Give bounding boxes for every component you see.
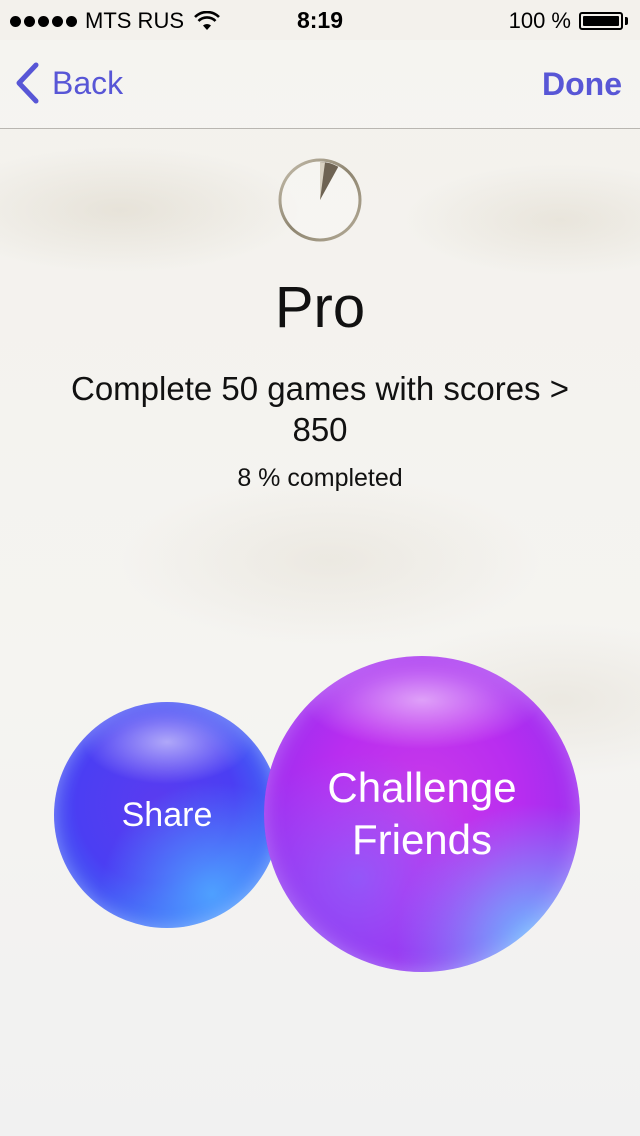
status-bar: MTS RUS 8:19 100 % (0, 0, 640, 40)
navigation-bar: Back Done (0, 40, 640, 129)
achievement-progress-text: 8 % completed (237, 464, 403, 492)
chevron-left-icon (16, 62, 39, 104)
achievement-description: Complete 50 games with scores > 850 (71, 370, 569, 448)
progress-pie-icon (278, 158, 362, 242)
battery-tip (625, 17, 628, 25)
battery-icon (579, 12, 623, 30)
done-button[interactable]: Done (542, 66, 622, 103)
achievement-title: Pro (274, 275, 366, 340)
share-label: Share (121, 795, 213, 834)
back-button[interactable]: Back (14, 62, 123, 104)
challenge-label-line2: Friends (351, 816, 493, 863)
back-label: Back (52, 64, 124, 101)
share-button[interactable]: Share (54, 702, 280, 928)
challenge-label-line1: Challenge (327, 764, 517, 811)
battery-percentage: 100 % (508, 8, 571, 33)
challenge-friends-button[interactable]: Challenge Friends (264, 656, 580, 972)
status-right: 100 % (509, 8, 628, 34)
